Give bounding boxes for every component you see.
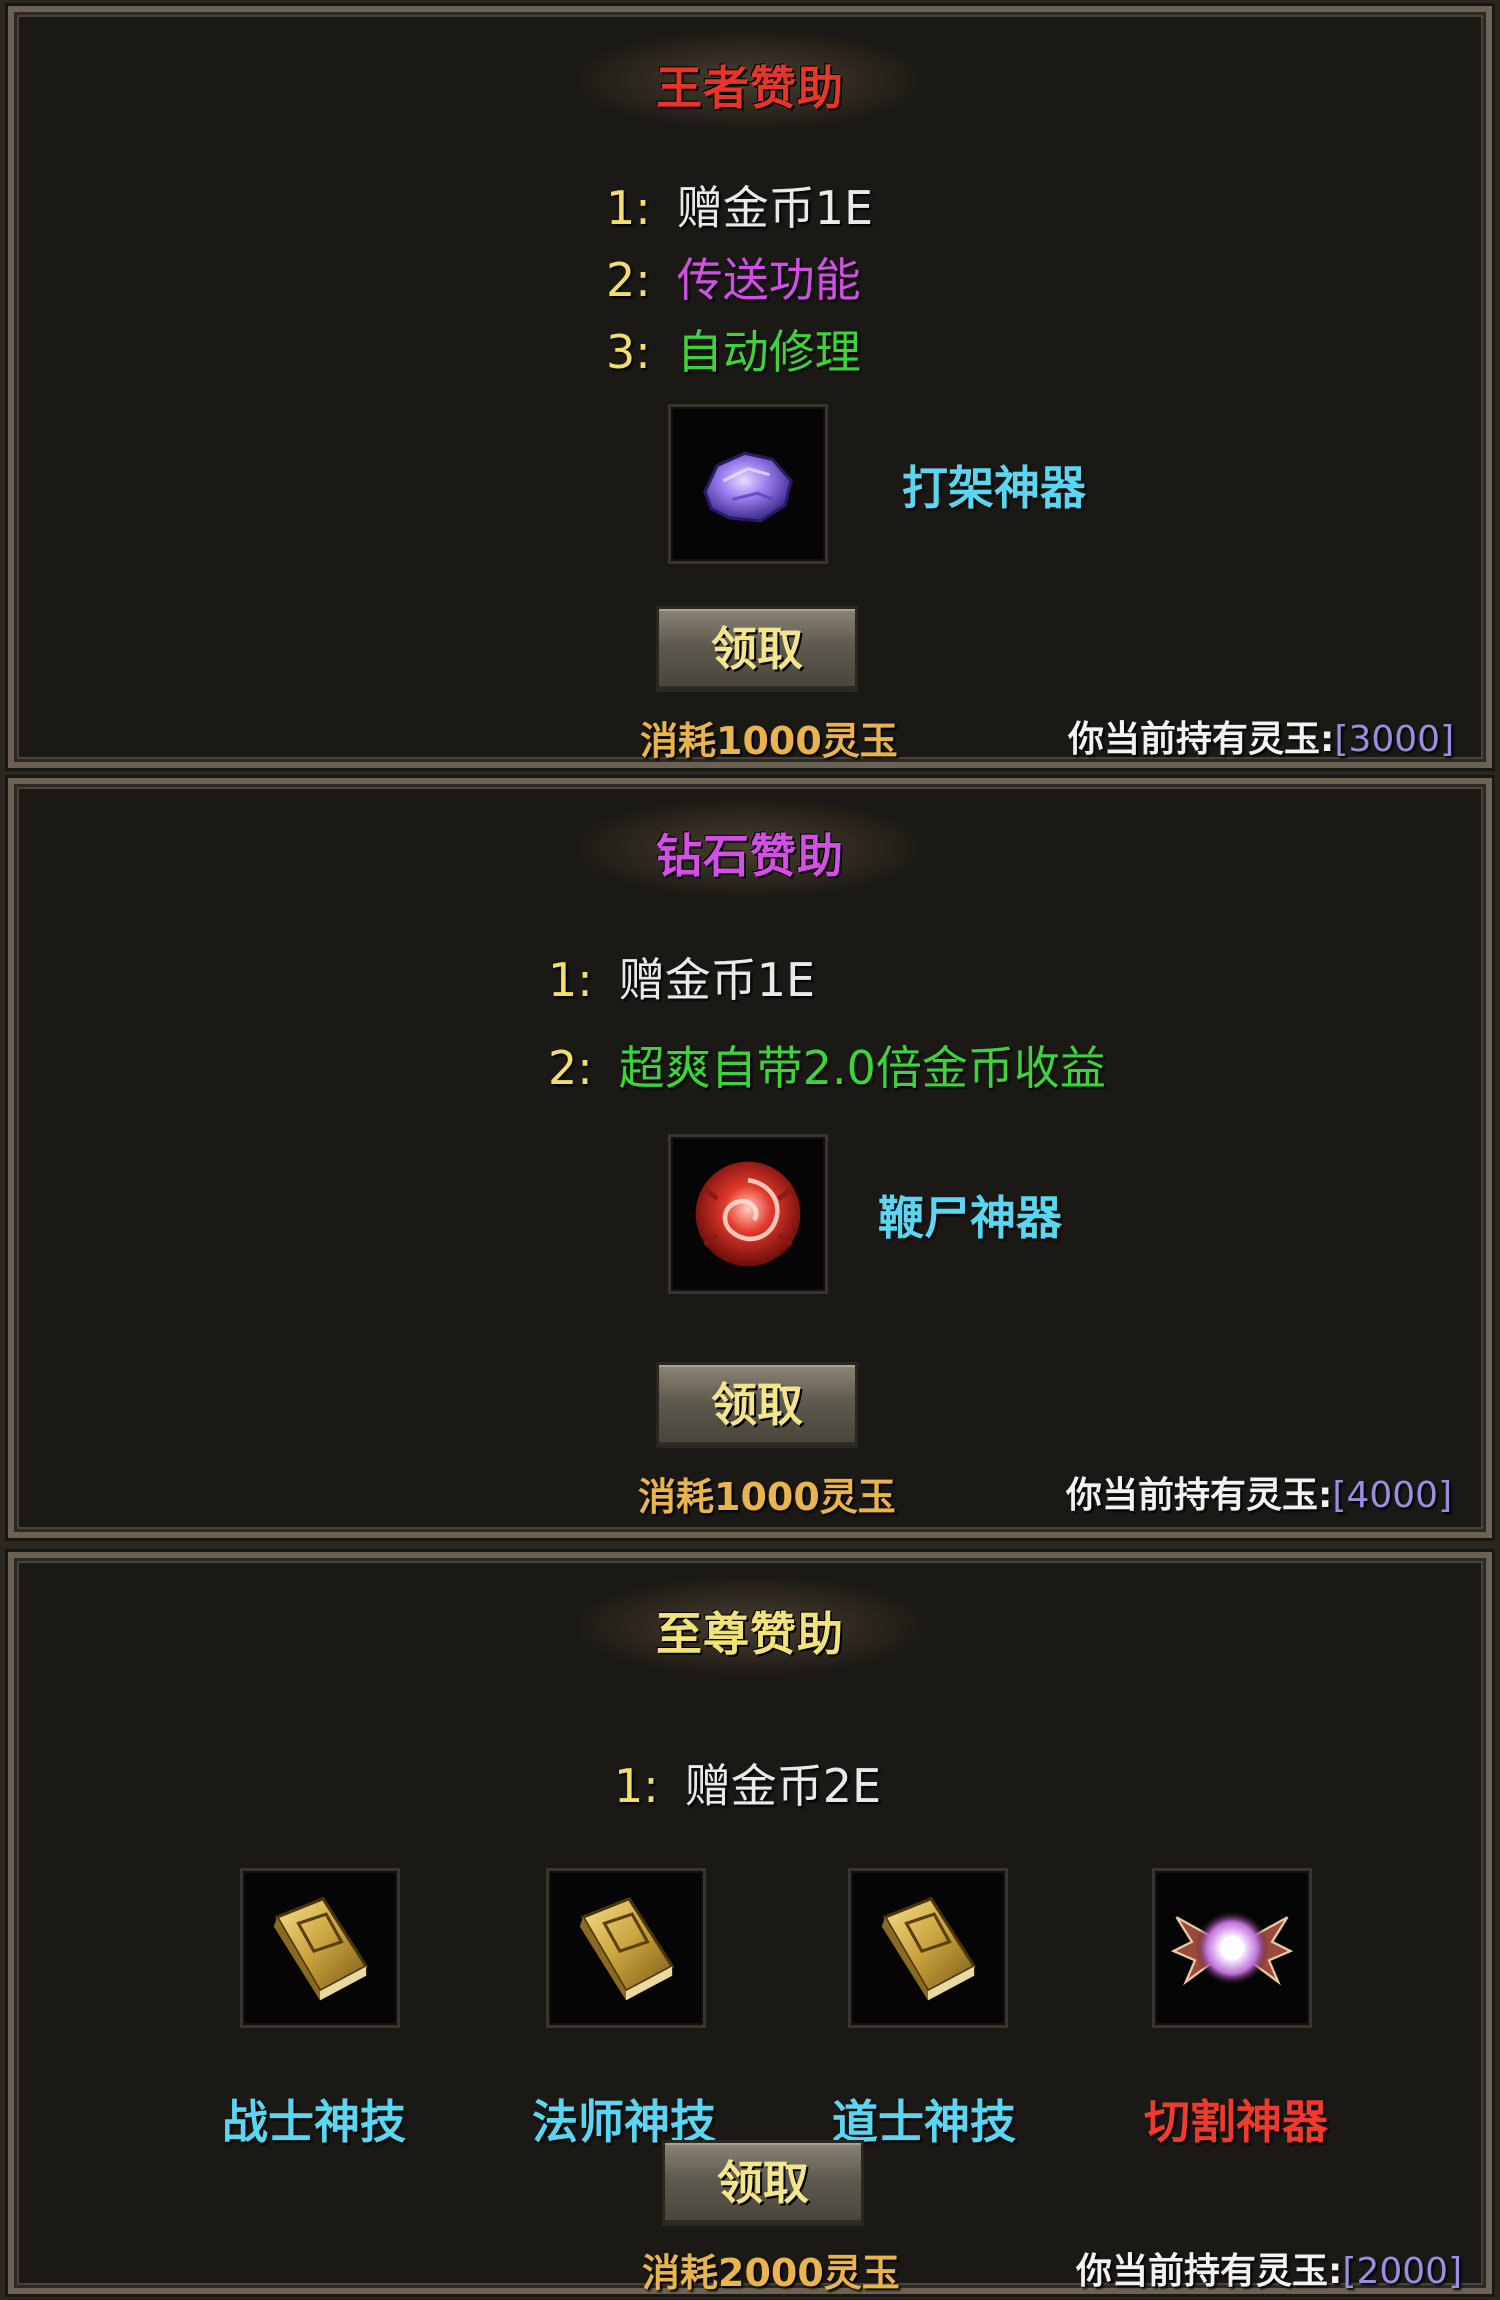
reward-text: 超爽自带2.0倍金币收益 <box>618 1041 1106 1095</box>
reward-text: 赠金币2E <box>684 1759 882 1813</box>
sponsor-panel-diamond: 钻石赞助 1: 赠金币1E 2: 超爽自带2.0倍金币收益 鞭尸神器 领取 消耗10… <box>8 778 1492 1538</box>
reward-number: 2 <box>606 253 636 307</box>
reward-number: 1 <box>606 181 636 235</box>
red-rose-gem-icon <box>695 1161 801 1267</box>
reward-separator: : <box>643 1759 659 1813</box>
winged-orb-icon <box>1170 1911 1294 1986</box>
sponsor-panel-supreme: 至尊赞助 1: 赠金币2E 战士神技 法师神技 道士神技 切割神器 领取 消耗2… <box>8 1552 1492 2295</box>
claim-button[interactable]: 领取 <box>656 606 858 692</box>
reward-line-1: 1: 赠金币1E <box>548 944 815 1010</box>
reward-number: 3 <box>606 325 636 379</box>
cost-label: 消耗1000灵玉 <box>638 1475 896 1519</box>
item-slot[interactable] <box>668 1134 828 1294</box>
balance-value: [3000] <box>1334 719 1455 760</box>
reward-line-3: 3: 自动修理 <box>606 316 861 382</box>
panel-title-plate: 王者赞助 <box>580 32 920 128</box>
item-slot[interactable] <box>848 1868 1008 2028</box>
item-name: 打架神器 <box>902 461 1086 515</box>
balance-display: 你当前持有灵玉:[4000] <box>1066 1466 1452 1518</box>
reward-text: 赠金币1E <box>676 181 874 235</box>
item-name: 鞭尸神器 <box>878 1191 1062 1245</box>
reward-text: 传送功能 <box>676 253 861 307</box>
reward-line-2: 2: 超爽自带2.0倍金币收益 <box>548 1032 1106 1098</box>
reward-text: 自动修理 <box>676 325 861 379</box>
reward-number: 1 <box>614 1759 644 1813</box>
cost-label: 消耗2000灵玉 <box>642 2251 900 2295</box>
reward-separator: : <box>577 953 593 1007</box>
balance-label: 你当前持有灵玉: <box>1076 2251 1343 2292</box>
reward-number: 2 <box>548 1041 578 1095</box>
reward-line-1: 1: 赠金币1E <box>606 172 873 238</box>
reward-line-1: 1: 赠金币2E <box>614 1750 881 1816</box>
purple-crystal-icon <box>703 451 793 523</box>
balance-value: [4000] <box>1332 1475 1453 1516</box>
balance-display: 你当前持有灵玉:[3000] <box>1068 710 1454 762</box>
panel-title: 钻石赞助 <box>656 829 844 883</box>
sponsor-panel-king: 王者赞助 1: 赠金币1E 2: 传送功能 3: 自动修理 打架神器 领取 消耗100… <box>8 6 1492 768</box>
item-name: 战士神技 <box>222 2095 406 2149</box>
reward-separator: : <box>635 325 651 379</box>
reward-separator: : <box>635 253 651 307</box>
panel-title: 王者赞助 <box>656 61 844 115</box>
skill-book-icon <box>273 1896 369 2001</box>
item-slot[interactable] <box>546 1868 706 2028</box>
reward-text: 赠金币1E <box>618 953 816 1007</box>
reward-line-2: 2: 传送功能 <box>606 244 861 310</box>
panel-title-plate: 钻石赞助 <box>580 800 920 896</box>
item-slot[interactable] <box>240 1868 400 2028</box>
skill-book-icon <box>579 1896 675 2001</box>
item-name: 切割神器 <box>1144 2095 1328 2149</box>
claim-button[interactable]: 领取 <box>656 1362 858 1448</box>
item-slot[interactable] <box>668 404 828 564</box>
balance-label: 你当前持有灵玉: <box>1068 719 1335 760</box>
balance-value: [2000] <box>1342 2251 1463 2292</box>
item-slot[interactable] <box>1152 1868 1312 2028</box>
panel-title: 至尊赞助 <box>656 1607 844 1661</box>
reward-number: 1 <box>548 953 578 1007</box>
panel-title-plate: 至尊赞助 <box>580 1578 920 1674</box>
balance-display: 你当前持有灵玉:[2000] <box>1076 2242 1462 2294</box>
claim-button[interactable]: 领取 <box>662 2140 864 2226</box>
balance-label: 你当前持有灵玉: <box>1066 1475 1333 1516</box>
reward-separator: : <box>577 1041 593 1095</box>
skill-book-icon <box>881 1896 977 2001</box>
reward-separator: : <box>635 181 651 235</box>
cost-label: 消耗1000灵玉 <box>640 719 898 763</box>
